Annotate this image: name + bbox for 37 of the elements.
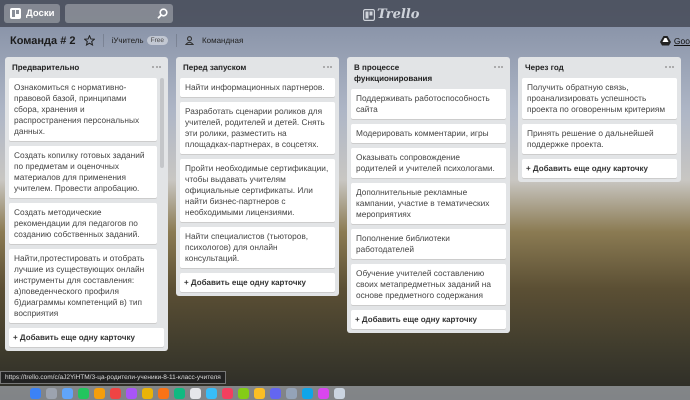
card[interactable]: Принять решение о дальнейшей поддержке проекта.	[522, 124, 677, 154]
card[interactable]: Получить обратную связь, проанализировать успешность проекта по оговоренным критериям	[522, 78, 677, 119]
card[interactable]: Оказывать сопровождение родителей и учителей психологами.	[351, 148, 506, 178]
card[interactable]: Найти специалистов (тьюторов, психологов) для онлайн консультаций.	[180, 227, 335, 268]
list-title[interactable]: Предварительно	[12, 62, 132, 73]
board-logo-icon	[363, 8, 375, 20]
boards-button[interactable]: Доски	[4, 4, 60, 23]
add-card-button[interactable]: + Добавить еще одну карточку	[351, 310, 506, 329]
add-card-button[interactable]: + Добавить еще одну карточку	[522, 159, 677, 178]
card[interactable]: Модерировать комментарии, игры	[351, 124, 506, 143]
search-icon	[157, 8, 168, 19]
card[interactable]: Создать копилку готовых заданий по предметам и оценочных материалов для применения учителем. Провести апробацию.	[9, 146, 157, 198]
card[interactable]: Обучение учителей составлению своих метапредметных заданий на основе предметного содержания	[351, 264, 506, 305]
team-name[interactable]: iУчитель	[112, 36, 144, 45]
star-icon[interactable]	[84, 35, 94, 46]
card[interactable]: Дополнительные рекламные кампании, участие в тематических мероприятиях	[351, 183, 506, 224]
list-title[interactable]: Перед запуском	[183, 62, 303, 73]
search-field[interactable]	[65, 4, 174, 23]
card[interactable]: Найти,протестировать и отобрать лучшие из существующих онлайн инструменты для составления: а)поведенческого профиля б)диаграммы компетенций в) тип восприятия	[9, 249, 157, 323]
card[interactable]: Найти информационных партнеров.	[180, 78, 335, 97]
card[interactable]: Пополнение библиотеки работодателей	[351, 229, 506, 259]
list-title[interactable]: В процессе функционирования	[354, 62, 474, 84]
team-icon	[184, 36, 194, 45]
board-icon	[10, 8, 21, 19]
card[interactable]: Разработать сценарии роликов для учителей, родителей и детей. Снять эти ролики, разместить на площадках-партнерах, в соцсетях.	[180, 102, 335, 154]
logo-text[interactable]: Trello	[377, 7, 420, 22]
card[interactable]: Поддерживать работоспособность сайта	[351, 89, 506, 119]
card[interactable]: Пройти необходимые сертификации, чтобы выдавать учителям официальные сертификаты. Или найти бизнес-партнеров с необходимыми лицензиями.	[180, 159, 335, 222]
add-card-button[interactable]: + Добавить еще одну карточку	[180, 273, 335, 292]
card[interactable]: Ознакомиться с нормативно-правовой базой, принципами сбора, хранения и распространения персональных данных.	[9, 78, 157, 141]
drive-link[interactable]: Goo	[674, 36, 690, 46]
visibility-label[interactable]: Командная	[202, 36, 244, 45]
card[interactable]: Создать методические рекомендации для педагогов по созданию собственных заданий.	[9, 203, 157, 244]
board-title[interactable]: Команда # 2	[10, 34, 76, 46]
drive-icon	[660, 36, 671, 46]
list-title[interactable]: Через год	[525, 62, 645, 73]
add-card-button[interactable]: + Добавить еще одну карточку	[9, 328, 164, 347]
